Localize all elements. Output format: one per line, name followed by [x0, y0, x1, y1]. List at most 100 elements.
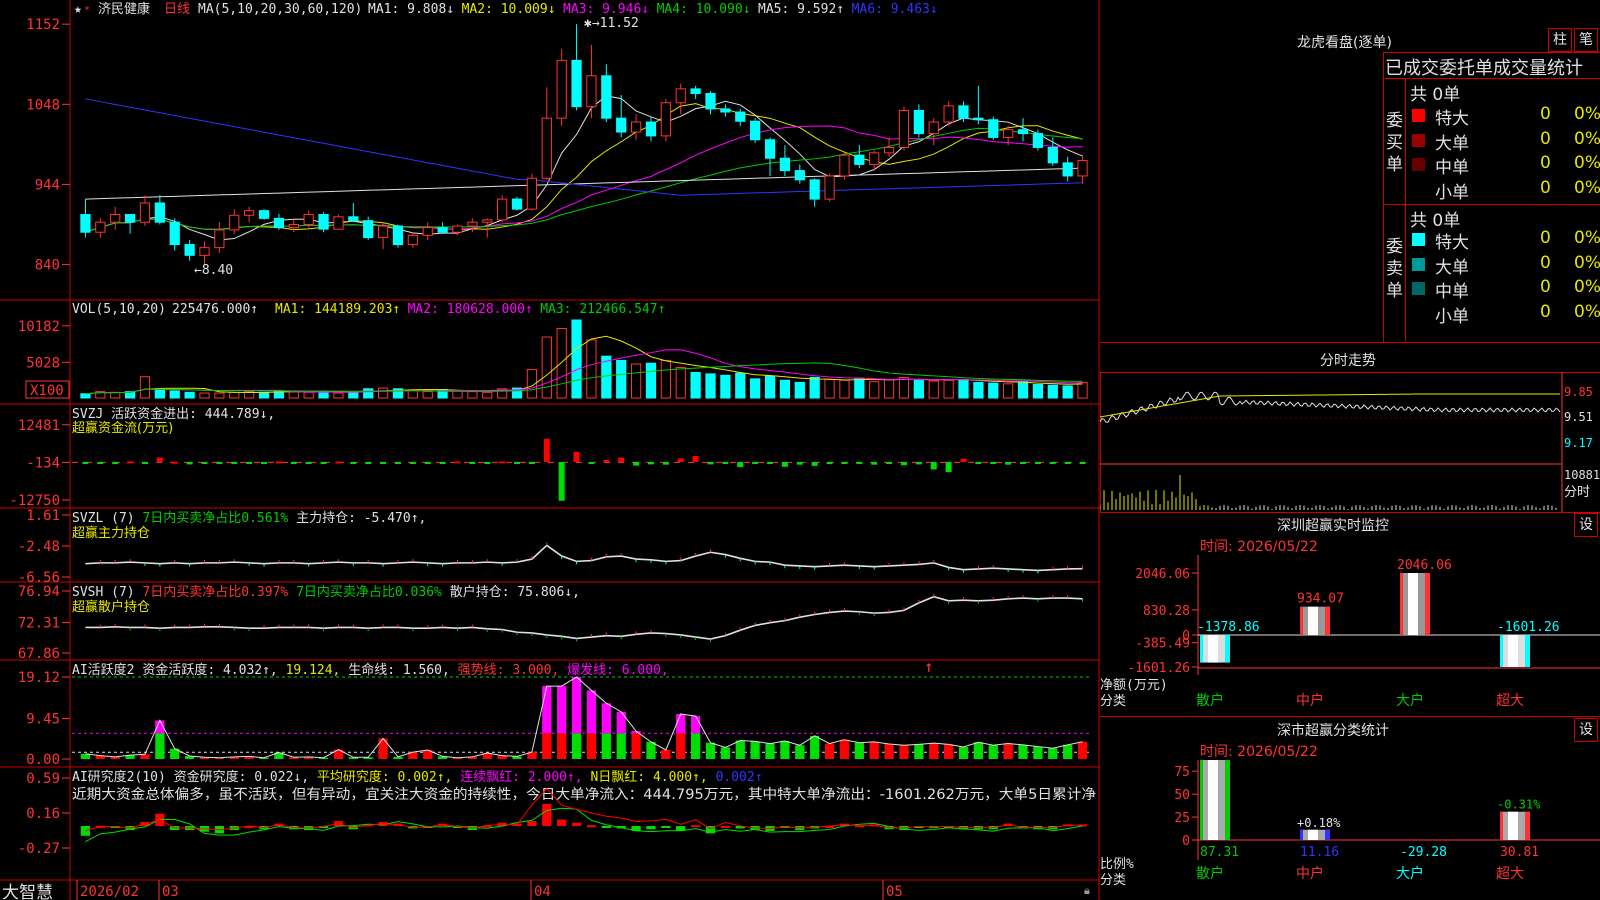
volume-bar: [1047, 384, 1058, 399]
svzl-title: SVZL (7) 7日内买卖净占比0.561% 主力持仓: -5.470↑,: [72, 510, 426, 526]
order-count: 0: [1540, 252, 1551, 273]
fund-flow-bar: [320, 462, 327, 464]
fund-flow-bar: [856, 462, 863, 464]
stock-chart[interactable]: ★ * 济民健康 日线 MA(5,10,20,30,60,120) MA1: 9…: [0, 0, 1100, 900]
volume-bar: [973, 381, 984, 399]
tick-view-button[interactable]: 笔: [1574, 28, 1598, 52]
candle-body: [675, 88, 686, 104]
candle-body: [526, 177, 538, 210]
fund-flow-bar: [1005, 462, 1012, 465]
candle-body: [407, 234, 418, 246]
lock-icon[interactable]: 🔒︎: [1084, 884, 1090, 897]
fund-flow-bar: [767, 462, 774, 464]
sz-category: 中户: [1296, 692, 1324, 709]
fund-flow-bar: [677, 458, 684, 462]
intraday-tick: 9.85: [1564, 385, 1593, 399]
ma-legend-item: MA6: 9.463↓: [852, 2, 938, 17]
svsh-title: SVSH (7) 7日内买卖净占比0.397% 7日内买卖净占比0.036% 散…: [72, 584, 580, 600]
fund-flow-bar: [127, 461, 134, 464]
research-tick-label: 0.59: [26, 771, 60, 787]
volume-bar: [764, 375, 776, 399]
star-icon[interactable]: ★: [74, 2, 82, 17]
candle-body: [660, 102, 671, 137]
sz-tick-label: 830.28: [1143, 604, 1190, 619]
buy-total: 共 0单: [1410, 85, 1461, 105]
ai-active-bar-burst: [542, 686, 552, 734]
order-count: 0: [1540, 128, 1551, 149]
date-axis: 2026/02 03 04 05: [76, 880, 903, 900]
sz-monitor-settings-button[interactable]: 设: [1574, 513, 1598, 537]
fund-flow-bar: [737, 462, 744, 468]
fund-flow-bar: [112, 462, 119, 465]
intraday-chart[interactable]: 9.85 9.51 9.17 10881 分时: [1100, 372, 1600, 512]
ai-active-bar: [958, 746, 969, 759]
ai-active-bar: [661, 749, 671, 759]
stats-ylabel: 比例%: [1100, 857, 1134, 872]
order-percent: 0%: [1574, 252, 1600, 273]
fund-flow-bar: [915, 462, 922, 465]
candle-body: [824, 175, 835, 200]
sz-stats-settings-button[interactable]: 设: [1574, 718, 1598, 742]
candle-body: [467, 221, 478, 227]
period-label[interactable]: 日线: [164, 2, 190, 17]
volume-bar: [883, 379, 895, 399]
volume-axis: 10182 5028: [18, 319, 70, 371]
volume-bar: [110, 391, 121, 399]
fund-flow-bar: [722, 462, 729, 464]
candle-body: [214, 229, 225, 249]
candle-body: [124, 214, 136, 223]
volume-bar: [988, 382, 999, 399]
ai-active-bar: [899, 745, 909, 759]
order-size-label: 小单: [1435, 182, 1469, 203]
ai-active-bar: [155, 733, 165, 759]
candle-body: [377, 225, 389, 239]
fund-flow-bar: [1064, 462, 1071, 464]
fund-flow-bar: [156, 457, 163, 462]
intraday-title: 分时走势: [1320, 353, 1376, 369]
ai-active-bar-burst: [571, 677, 582, 734]
ai-active-bar: [571, 733, 582, 759]
candle-body: [392, 225, 404, 246]
svsh-polyline: [85, 595, 1083, 640]
candle-body: [273, 217, 285, 229]
order-size-label: 特大: [1435, 109, 1469, 129]
order-size-label: 大单: [1435, 257, 1469, 278]
order-percent: 0%: [1574, 228, 1600, 248]
volume-bar: [660, 359, 671, 399]
volume-bar: [363, 388, 374, 399]
volume-tick-label: 10182: [18, 319, 60, 335]
candle-body: [601, 75, 612, 119]
ai-active-bar: [1077, 741, 1088, 759]
volume-bar: [139, 376, 151, 399]
ai-active-bar: [973, 742, 983, 759]
candle-body: [452, 225, 463, 233]
ma-line-60: [85, 167, 1083, 200]
order-percent: 0%: [1574, 301, 1600, 322]
volume-bar: [958, 379, 969, 399]
volume-unit: X100: [30, 383, 64, 399]
volume-bar: [452, 390, 463, 399]
fund-flow-bar: [618, 457, 625, 462]
fund-flow-bar: [886, 462, 893, 464]
ma-legend-item: MA4: 10.090↓: [657, 2, 751, 17]
candlesticks: [80, 24, 1088, 265]
research-tick-label: -0.27: [18, 841, 60, 857]
intraday-avg-line: [1100, 393, 1560, 418]
ai-active-bar-burst: [557, 686, 567, 734]
sz-bar-highlight: [1308, 606, 1318, 635]
sz-bar-edge: [1325, 606, 1330, 635]
retail-holding-line: [85, 593, 1084, 643]
right-sidebar: 龙虎看盘(逐单) 柱 笔 已成交委托单成交量统计 委买单 委卖单 共 0单 共 …: [1100, 0, 1600, 900]
fund-flow-bar: [454, 461, 461, 464]
order-size-label: 大单: [1435, 133, 1469, 154]
fund-flow-bar: [1049, 462, 1056, 464]
bar-view-button[interactable]: 柱: [1548, 28, 1572, 52]
ai-active-bar-burst: [586, 690, 597, 734]
fund-flow-bar: [514, 462, 521, 464]
stats-bar-edge: [1500, 811, 1503, 840]
stats-bar-edge: [1325, 829, 1330, 840]
volume-bar: [333, 392, 344, 399]
order-color-swatch: [1412, 257, 1425, 271]
fund-flow-bar: [945, 462, 952, 473]
fund-flow-bar: [692, 456, 699, 462]
